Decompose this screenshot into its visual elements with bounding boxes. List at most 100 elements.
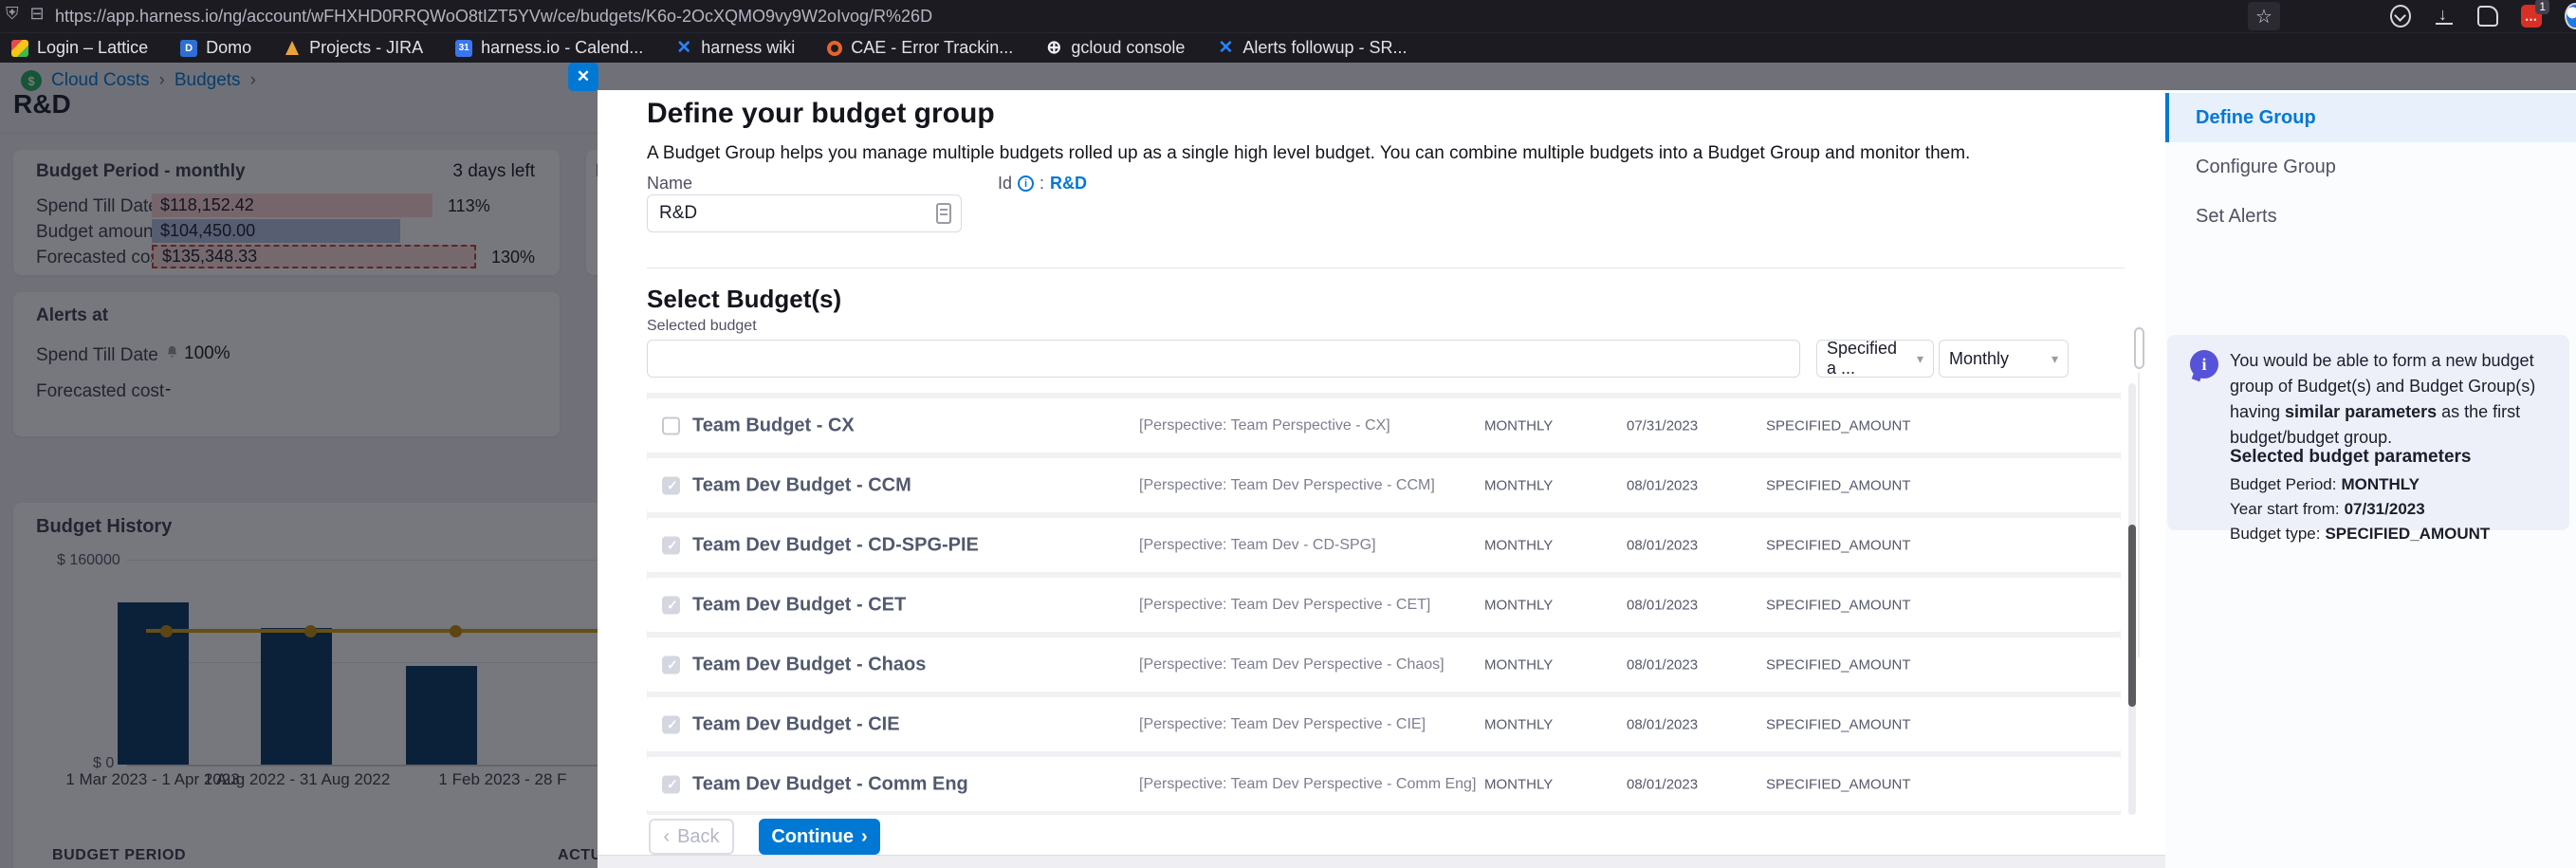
adblock-extension-icon[interactable]: ⋯ 1: [2521, 6, 2542, 27]
info-bubble-icon: i: [2190, 350, 2218, 379]
wizard-step-configure-group[interactable]: Configure Group: [2165, 142, 2576, 192]
download-icon[interactable]: [2434, 6, 2455, 27]
bookmark-star-icon[interactable]: ☆: [2248, 2, 2280, 30]
info-icon[interactable]: i: [1018, 175, 1034, 192]
budget-checkbox[interactable]: [662, 656, 680, 674]
modal-description: A Budget Group helps you manage multiple…: [647, 143, 1970, 164]
id-label: Id: [998, 174, 1012, 194]
budget-group-modal: Define your budget group A Budget Group …: [598, 90, 2165, 868]
bookmark-favicon: [827, 41, 842, 56]
budget-name: Team Dev Budget - CIE: [692, 713, 900, 735]
info-panel: i You would be able to form a new budget…: [2167, 335, 2569, 530]
budget-start-date: 08/01/2023: [1627, 716, 1698, 732]
modal-title: Define your budget group: [647, 98, 995, 130]
shield-icon[interactable]: ⛨: [6, 5, 19, 22]
close-icon[interactable]: ✕: [568, 63, 598, 91]
bookmark-favicon: ✕: [1217, 40, 1234, 57]
modal-scrollbar-thumb[interactable]: [2134, 327, 2144, 369]
chevron-down-icon: ▾: [1917, 351, 1923, 367]
budget-row[interactable]: Team Dev Budget - Comm Eng [Perspective:…: [647, 757, 2121, 811]
budget-row[interactable]: Team Dev Budget - CD-SPG-PIE [Perspectiv…: [647, 518, 2121, 572]
name-label: Name: [647, 174, 692, 194]
extension-icon[interactable]: [2477, 6, 2498, 27]
budget-name: Team Dev Budget - CCM: [692, 474, 911, 496]
budget-checkbox[interactable]: [662, 775, 680, 793]
budget-checkbox[interactable]: [662, 536, 680, 554]
continue-button[interactable]: Continue ›: [759, 819, 880, 855]
screen: ⛨ ⊟ https://app.harness.io/ng/account/wF…: [0, 0, 2576, 868]
bookmark-item[interactable]: ✕ Alerts followup - SR...: [1217, 38, 1407, 58]
budget-perspective: [Perspective: Team Dev Perspective - CCM…: [1139, 477, 1435, 494]
budget-name: Team Dev Budget - CD-SPG-PIE: [692, 534, 979, 556]
bookmark-item[interactable]: CAE - Error Trackin...: [827, 38, 1013, 58]
selected-budget-label: Selected budget: [647, 318, 757, 335]
text-field-icon: [936, 203, 951, 224]
modal-scrollbar-track[interactable]: [2138, 373, 2140, 657]
budget-type-dropdown[interactable]: Specified a ... ▾: [1816, 340, 1934, 378]
budget-checkbox[interactable]: [662, 476, 680, 494]
budget-start-date: 08/01/2023: [1627, 537, 1698, 553]
budget-period: MONTHLY: [1484, 656, 1553, 673]
budget-checkbox[interactable]: [662, 596, 680, 614]
budget-name: Team Dev Budget - CET: [692, 594, 906, 616]
url-bar[interactable]: https://app.harness.io/ng/account/wFHXHD…: [55, 7, 932, 27]
bookmark-item[interactable]: ✕ harness wiki: [675, 38, 795, 58]
budget-start-date: 07/31/2023: [1627, 417, 1698, 434]
select-budgets-title: Select Budget(s): [647, 285, 841, 314]
budget-perspective: [Perspective: Team Perspective - CX]: [1139, 417, 1390, 434]
name-input[interactable]: R&D: [647, 194, 962, 232]
budget-row[interactable]: Team Dev Budget - CET [Perspective: Team…: [647, 578, 2121, 632]
budget-name: Team Budget - CX: [692, 415, 855, 436]
budget-start-date: 08/01/2023: [1627, 597, 1698, 613]
info-text: You would be able to form a new budget g…: [2230, 348, 2552, 451]
budget-name: Team Dev Budget - Chaos: [692, 654, 926, 675]
bookmark-item[interactable]: D Domo: [180, 38, 251, 58]
bookmark-favicon: D: [180, 40, 197, 57]
budget-period: MONTHLY: [1484, 716, 1553, 732]
budget-type: SPECIFIED_AMOUNT: [1766, 417, 1911, 434]
extension-badge: 1: [2535, 0, 2549, 14]
budget-checkbox[interactable]: [662, 416, 680, 434]
budget-type: SPECIFIED_AMOUNT: [1766, 776, 1911, 792]
budget-period: MONTHLY: [1484, 776, 1553, 792]
budget-period-dropdown[interactable]: Monthly ▾: [1939, 340, 2069, 378]
wizard-sidebar: Define Group Configure Group Set Alerts …: [2165, 90, 2576, 868]
clipped-row: [647, 383, 2121, 393]
wizard-step-set-alerts[interactable]: Set Alerts: [2165, 192, 2576, 241]
profile-avatar-icon[interactable]: [2565, 6, 2576, 27]
budget-row[interactable]: Team Dev Budget - Chaos [Perspective: Te…: [647, 637, 2121, 692]
bookmark-favicon: [284, 40, 301, 57]
modal-bottom-strip: [598, 855, 2165, 868]
budget-checkbox[interactable]: [662, 715, 680, 733]
param-line: Year start from:07/31/2023: [2230, 500, 2425, 519]
bookmark-item[interactable]: Projects - JIRA: [284, 38, 423, 58]
reader-mode-icon[interactable]: ⊟: [30, 5, 45, 22]
budget-list: Team Budget - CX [Perspective: Team Pers…: [647, 383, 2121, 815]
bookmark-favicon: 31: [455, 40, 472, 57]
budget-row[interactable]: Team Dev Budget - CCM [Perspective: Team…: [647, 458, 2121, 512]
budget-start-date: 08/01/2023: [1627, 656, 1698, 673]
budget-type: SPECIFIED_AMOUNT: [1766, 716, 1911, 732]
bookmark-item[interactable]: Login – Lattice: [11, 38, 148, 58]
budget-row[interactable]: Team Budget - CX [Perspective: Team Pers…: [647, 398, 2121, 452]
back-button[interactable]: ‹ Back: [649, 819, 734, 855]
budget-perspective: [Perspective: Team Dev Perspective - Com…: [1139, 776, 1476, 793]
budget-perspective: [Perspective: Team Dev Perspective - CET…: [1139, 597, 1430, 614]
budget-perspective: [Perspective: Team Dev - CD-SPG]: [1139, 537, 1376, 554]
budget-type: SPECIFIED_AMOUNT: [1766, 656, 1911, 673]
budget-period: MONTHLY: [1484, 537, 1553, 553]
budget-type: SPECIFIED_AMOUNT: [1766, 537, 1911, 553]
selected-budget-input[interactable]: [647, 340, 1800, 378]
budget-row[interactable]: Team Dev Budget - CIE [Perspective: Team…: [647, 697, 2121, 751]
budget-type: SPECIFIED_AMOUNT: [1766, 477, 1911, 493]
budget-period: MONTHLY: [1484, 477, 1553, 493]
bookmark-item[interactable]: ⊕ gcloud console: [1045, 38, 1185, 58]
bookmark-item[interactable]: 31 harness.io - Calend...: [455, 38, 643, 58]
pocket-icon[interactable]: [2390, 6, 2411, 27]
list-scrollbar-thumb[interactable]: [2128, 525, 2136, 707]
bookmark-favicon: [11, 40, 28, 57]
budget-type: SPECIFIED_AMOUNT: [1766, 597, 1911, 613]
wizard-step-define-group[interactable]: Define Group: [2165, 93, 2576, 142]
id-value: R&D: [1050, 174, 1087, 194]
browser-toolbar: ⛨ ⊟ https://app.harness.io/ng/account/wF…: [0, 0, 2576, 32]
